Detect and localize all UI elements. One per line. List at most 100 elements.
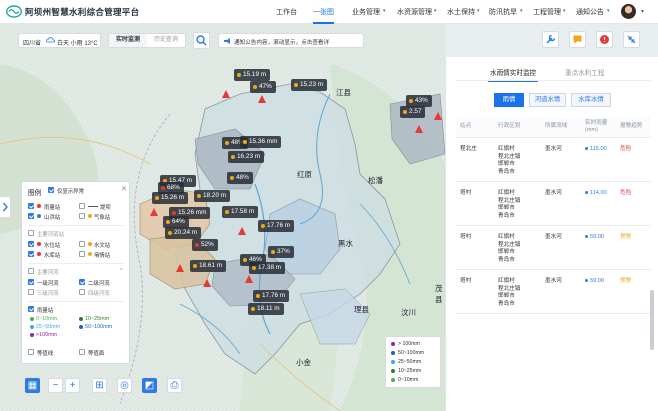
place-label-maoxian: 茂县 xyxy=(435,284,443,304)
alert-tool-button[interactable] xyxy=(596,31,613,48)
place-label-hongyuan: 红原 xyxy=(297,170,312,179)
legend-checkbox[interactable] xyxy=(28,230,34,236)
layers-button[interactable]: ◩ xyxy=(142,378,157,393)
table-row[interactable]: 塔村 红旗村 程北庄镇 邯郸市 青岛市 墨水河 59.00 预警 xyxy=(456,271,651,314)
station-label[interactable]: 15.36 mm xyxy=(240,136,282,148)
tab-history[interactable]: 历史查询 xyxy=(147,34,185,47)
tab-key-projects[interactable]: 重点水利工程 xyxy=(565,67,605,77)
map-search-button[interactable] xyxy=(193,32,210,49)
warning-pin-icon[interactable] xyxy=(176,264,184,273)
table-row[interactable]: 塔村 红旗村 程北庄镇 邯郸市 青岛市 墨水河 59.00 预警 xyxy=(456,227,651,270)
legend-checkbox[interactable] xyxy=(79,241,85,247)
legend-checkbox[interactable] xyxy=(28,349,34,355)
station-label[interactable]: 47% xyxy=(250,81,276,93)
avatar-chevron-icon[interactable]: ▾ xyxy=(641,8,644,15)
nav-water-resource[interactable]: 水资源管理 xyxy=(397,7,432,17)
legend-checkbox[interactable] xyxy=(79,279,85,285)
legend-divider xyxy=(28,225,125,226)
legend-checkbox[interactable] xyxy=(79,349,85,355)
legend-checkbox[interactable] xyxy=(28,251,34,257)
station-label[interactable]: 18.20 m xyxy=(194,190,231,202)
measure-button[interactable]: ⊞ xyxy=(92,378,107,393)
station-label[interactable]: 48% xyxy=(227,172,253,184)
legend-checkbox[interactable] xyxy=(28,306,34,312)
tab-realtime-monitoring[interactable]: 水雨情实时监控 xyxy=(487,67,539,82)
zoom-out-button[interactable]: − xyxy=(48,378,63,393)
settings-tool-button[interactable] xyxy=(542,31,559,48)
notice-text: 通知公告内容，滚动显示，点击查看详 xyxy=(234,39,330,46)
legend-divider xyxy=(28,301,125,302)
nav-business[interactable]: 业务管理 xyxy=(352,7,380,17)
locate-button[interactable]: ◎ xyxy=(117,378,132,393)
station-label[interactable]: 15.26 m xyxy=(152,192,189,204)
subtab-rain[interactable]: 雨情 xyxy=(494,93,524,107)
station-label[interactable]: 15.19 m xyxy=(234,69,271,81)
legend-checkbox[interactable] xyxy=(28,289,34,295)
warning-pin-icon[interactable] xyxy=(222,90,230,99)
grid-view-button[interactable]: ▦ xyxy=(25,378,40,393)
station-label[interactable]: 18.61 m xyxy=(190,260,227,272)
table-row[interactable]: 程北庄 红旗村 程北庄镇 邯郸市 青岛市 墨水河 115.00 危险 xyxy=(456,139,651,182)
region: 红旗村 程北庄镇 邯郸市 青岛市 xyxy=(498,190,521,219)
legend-checkbox[interactable] xyxy=(28,279,34,285)
warning-pin-icon[interactable] xyxy=(203,279,211,288)
rainfall-legend: > 100mm 50~100mm 25~50mm 10~25mm 0~10mm xyxy=(385,336,441,388)
station-label[interactable]: 15.23 m xyxy=(291,79,328,91)
iso-surface-label: 等值面 xyxy=(88,351,105,357)
warning-pin-icon[interactable] xyxy=(245,275,253,284)
subtab-river[interactable]: 河道水情 xyxy=(529,93,566,107)
close-icon[interactable]: ✕ xyxy=(121,185,127,193)
station-label[interactable]: 37% xyxy=(268,246,294,258)
nav-one-map[interactable]: 一张图 xyxy=(313,7,334,24)
alert-icon xyxy=(600,35,609,44)
legend-checkbox[interactable] xyxy=(79,289,85,295)
legend-checkbox[interactable] xyxy=(79,203,85,209)
collapse-tool-button[interactable] xyxy=(623,31,640,48)
legend-label: 水位站 xyxy=(44,243,61,249)
legend-label: 水库站 xyxy=(44,253,61,259)
station-label[interactable]: 17.76 m xyxy=(258,220,295,232)
notice-marquee[interactable]: 通知公告内容，滚动显示，点击查看详 xyxy=(218,33,364,48)
panel-scrollbar[interactable] xyxy=(650,290,654,350)
export-button[interactable]: ⎙ xyxy=(167,378,182,393)
legend-checkbox[interactable] xyxy=(28,213,34,219)
nav-soil-chevron-icon: ▾ xyxy=(477,8,480,14)
warning-pin-icon[interactable] xyxy=(258,95,266,104)
station-label[interactable]: 17.76 m xyxy=(253,290,290,302)
only-abnormal-checkbox[interactable] xyxy=(48,187,54,193)
warning-pin-icon[interactable] xyxy=(415,125,423,134)
nav-engineering[interactable]: 工程管理 xyxy=(533,7,561,17)
region: 红旗村 程北庄镇 邯郸市 青岛市 xyxy=(498,234,521,263)
legend-checkbox[interactable] xyxy=(28,203,34,209)
nav-flood-control[interactable]: 防汛抗旱 xyxy=(489,7,517,17)
warning-pin-icon[interactable] xyxy=(434,112,442,121)
tab-realtime[interactable]: 实时监测 xyxy=(109,34,147,47)
collapse-caret-icon[interactable]: ^ xyxy=(120,268,123,274)
legend-checkbox[interactable] xyxy=(28,241,34,247)
side-panel-toggle[interactable] xyxy=(0,196,11,218)
message-tool-button[interactable] xyxy=(569,31,586,48)
legend-checkbox[interactable] xyxy=(79,251,85,257)
station-label[interactable]: 2.57 xyxy=(400,106,426,118)
subtab-reservoir[interactable]: 水库水情 xyxy=(571,93,611,107)
table-row[interactable]: 塔村 红旗村 程北庄镇 邯郸市 青岛市 墨水河 114.00 危险 xyxy=(456,183,651,226)
nav-workbench[interactable]: 工作台 xyxy=(276,7,297,17)
station-label[interactable]: 16.23 m xyxy=(228,151,265,163)
station-label[interactable]: 17.38 m xyxy=(249,262,286,274)
legend-label: 二级河流 xyxy=(88,281,110,287)
warning-pin-icon[interactable] xyxy=(238,227,246,236)
zoom-in-button[interactable]: + xyxy=(65,378,80,393)
station-label[interactable]: 17.58 m xyxy=(222,206,259,218)
station-label[interactable]: 20.24 m xyxy=(165,227,202,239)
nav-notice[interactable]: 通知公告 xyxy=(576,7,604,17)
legend-checkbox[interactable] xyxy=(79,213,85,219)
legend-checkbox[interactable] xyxy=(28,268,34,274)
message-icon xyxy=(573,35,582,44)
avatar[interactable] xyxy=(621,4,636,19)
rain-level-dot xyxy=(391,360,395,364)
nav-soil-conservation[interactable]: 水土保持 xyxy=(447,7,475,17)
station-label[interactable]: 52% xyxy=(192,239,218,251)
warning-pin-icon[interactable] xyxy=(150,208,158,217)
station-label[interactable]: 18.11 m xyxy=(248,303,284,315)
legend-label: 山洪站 xyxy=(44,215,61,221)
